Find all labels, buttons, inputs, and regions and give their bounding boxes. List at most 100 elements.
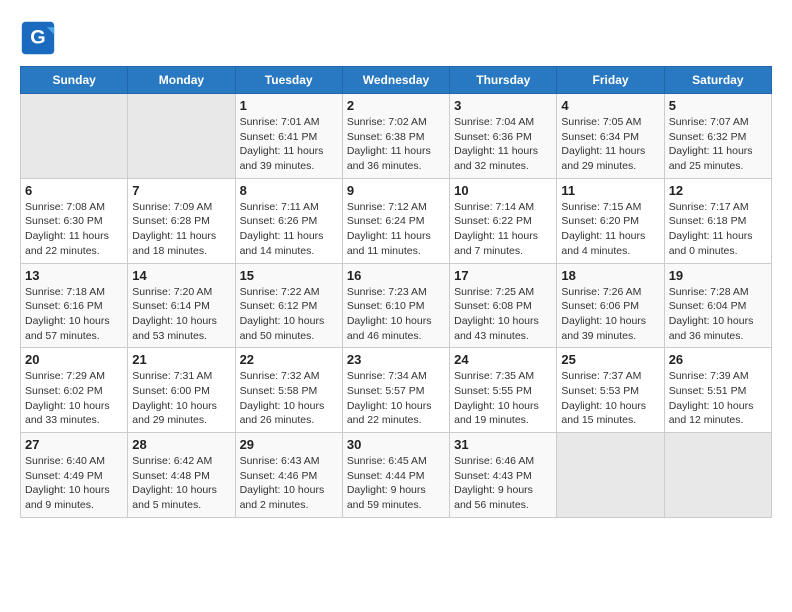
calendar-cell: 3 Sunrise: 7:04 AMSunset: 6:36 PMDaylight… <box>450 94 557 179</box>
day-info: Sunrise: 7:04 AMSunset: 6:36 PMDaylight:… <box>454 115 552 174</box>
calendar-body: 1 Sunrise: 7:01 AMSunset: 6:41 PMDaylight… <box>21 94 772 518</box>
day-number: 25 <box>561 352 659 367</box>
day-info: Sunrise: 7:22 AMSunset: 6:12 PMDaylight:… <box>240 285 338 344</box>
day-number: 28 <box>132 437 230 452</box>
day-info: Sunrise: 7:31 AMSunset: 6:00 PMDaylight:… <box>132 369 230 428</box>
day-number: 6 <box>25 183 123 198</box>
calendar-cell <box>21 94 128 179</box>
day-number: 30 <box>347 437 445 452</box>
calendar-week-4: 20 Sunrise: 7:29 AMSunset: 6:02 PMDayligh… <box>21 348 772 433</box>
day-number: 7 <box>132 183 230 198</box>
logo-icon: G <box>20 20 56 56</box>
day-number: 16 <box>347 268 445 283</box>
day-info: Sunrise: 6:45 AMSunset: 4:44 PMDaylight:… <box>347 454 445 513</box>
logo: G <box>20 20 60 56</box>
day-info: Sunrise: 7:34 AMSunset: 5:57 PMDaylight:… <box>347 369 445 428</box>
day-info: Sunrise: 6:43 AMSunset: 4:46 PMDaylight:… <box>240 454 338 513</box>
day-info: Sunrise: 7:02 AMSunset: 6:38 PMDaylight:… <box>347 115 445 174</box>
calendar-cell: 29 Sunrise: 6:43 AMSunset: 4:46 PMDayligh… <box>235 433 342 518</box>
day-number: 24 <box>454 352 552 367</box>
day-info: Sunrise: 7:35 AMSunset: 5:55 PMDaylight:… <box>454 369 552 428</box>
calendar-cell: 22 Sunrise: 7:32 AMSunset: 5:58 PMDayligh… <box>235 348 342 433</box>
calendar-cell: 4 Sunrise: 7:05 AMSunset: 6:34 PMDaylight… <box>557 94 664 179</box>
calendar-week-1: 1 Sunrise: 7:01 AMSunset: 6:41 PMDaylight… <box>21 94 772 179</box>
calendar-cell: 17 Sunrise: 7:25 AMSunset: 6:08 PMDayligh… <box>450 263 557 348</box>
svg-text:G: G <box>30 26 45 48</box>
calendar-week-5: 27 Sunrise: 6:40 AMSunset: 4:49 PMDayligh… <box>21 433 772 518</box>
day-number: 23 <box>347 352 445 367</box>
page-header: G <box>20 20 772 56</box>
calendar-cell: 18 Sunrise: 7:26 AMSunset: 6:06 PMDayligh… <box>557 263 664 348</box>
calendar-cell: 5 Sunrise: 7:07 AMSunset: 6:32 PMDaylight… <box>664 94 771 179</box>
day-number: 17 <box>454 268 552 283</box>
day-info: Sunrise: 7:17 AMSunset: 6:18 PMDaylight:… <box>669 200 767 259</box>
weekday-header-thursday: Thursday <box>450 67 557 94</box>
weekday-header-monday: Monday <box>128 67 235 94</box>
weekday-header-wednesday: Wednesday <box>342 67 449 94</box>
day-info: Sunrise: 7:11 AMSunset: 6:26 PMDaylight:… <box>240 200 338 259</box>
day-number: 10 <box>454 183 552 198</box>
day-info: Sunrise: 7:23 AMSunset: 6:10 PMDaylight:… <box>347 285 445 344</box>
day-info: Sunrise: 6:40 AMSunset: 4:49 PMDaylight:… <box>25 454 123 513</box>
calendar-week-3: 13Sunrise: 7:18 AMSunset: 6:16 PMDayligh… <box>21 263 772 348</box>
calendar-cell: 1 Sunrise: 7:01 AMSunset: 6:41 PMDaylight… <box>235 94 342 179</box>
day-info: Sunrise: 6:46 AMSunset: 4:43 PMDaylight:… <box>454 454 552 513</box>
day-number: 9 <box>347 183 445 198</box>
day-info: Sunrise: 7:20 AMSunset: 6:14 PMDaylight:… <box>132 285 230 344</box>
day-info: Sunrise: 7:08 AMSunset: 6:30 PMDaylight:… <box>25 200 123 259</box>
calendar-table: SundayMondayTuesdayWednesdayThursdayFrid… <box>20 66 772 518</box>
day-number: 8 <box>240 183 338 198</box>
calendar-cell: 12Sunrise: 7:17 AMSunset: 6:18 PMDayligh… <box>664 178 771 263</box>
calendar-cell <box>128 94 235 179</box>
day-info: Sunrise: 7:25 AMSunset: 6:08 PMDaylight:… <box>454 285 552 344</box>
calendar-cell: 30 Sunrise: 6:45 AMSunset: 4:44 PMDayligh… <box>342 433 449 518</box>
calendar-cell: 13Sunrise: 7:18 AMSunset: 6:16 PMDayligh… <box>21 263 128 348</box>
day-info: Sunrise: 7:39 AMSunset: 5:51 PMDaylight:… <box>669 369 767 428</box>
calendar-cell: 31Sunrise: 6:46 AMSunset: 4:43 PMDayligh… <box>450 433 557 518</box>
calendar-cell: 16 Sunrise: 7:23 AMSunset: 6:10 PMDayligh… <box>342 263 449 348</box>
day-info: Sunrise: 7:05 AMSunset: 6:34 PMDaylight:… <box>561 115 659 174</box>
calendar-cell: 9 Sunrise: 7:12 AMSunset: 6:24 PMDaylight… <box>342 178 449 263</box>
day-number: 26 <box>669 352 767 367</box>
day-number: 14 <box>132 268 230 283</box>
day-number: 4 <box>561 98 659 113</box>
calendar-cell: 10Sunrise: 7:14 AMSunset: 6:22 PMDayligh… <box>450 178 557 263</box>
day-info: Sunrise: 7:32 AMSunset: 5:58 PMDaylight:… <box>240 369 338 428</box>
day-number: 1 <box>240 98 338 113</box>
calendar-cell: 23 Sunrise: 7:34 AMSunset: 5:57 PMDayligh… <box>342 348 449 433</box>
calendar-cell <box>557 433 664 518</box>
day-number: 18 <box>561 268 659 283</box>
day-number: 13 <box>25 268 123 283</box>
calendar-cell: 27 Sunrise: 6:40 AMSunset: 4:49 PMDayligh… <box>21 433 128 518</box>
day-info: Sunrise: 7:37 AMSunset: 5:53 PMDaylight:… <box>561 369 659 428</box>
weekday-header-friday: Friday <box>557 67 664 94</box>
day-number: 29 <box>240 437 338 452</box>
weekday-header-sunday: Sunday <box>21 67 128 94</box>
calendar-cell <box>664 433 771 518</box>
calendar-cell: 20 Sunrise: 7:29 AMSunset: 6:02 PMDayligh… <box>21 348 128 433</box>
day-info: Sunrise: 7:09 AMSunset: 6:28 PMDaylight:… <box>132 200 230 259</box>
calendar-cell: 25 Sunrise: 7:37 AMSunset: 5:53 PMDayligh… <box>557 348 664 433</box>
day-info: Sunrise: 6:42 AMSunset: 4:48 PMDaylight:… <box>132 454 230 513</box>
weekday-header-saturday: Saturday <box>664 67 771 94</box>
day-info: Sunrise: 7:07 AMSunset: 6:32 PMDaylight:… <box>669 115 767 174</box>
day-info: Sunrise: 7:28 AMSunset: 6:04 PMDaylight:… <box>669 285 767 344</box>
calendar-cell: 11 Sunrise: 7:15 AMSunset: 6:20 PMDayligh… <box>557 178 664 263</box>
day-number: 20 <box>25 352 123 367</box>
calendar-cell: 2Sunrise: 7:02 AMSunset: 6:38 PMDaylight… <box>342 94 449 179</box>
calendar-cell: 8 Sunrise: 7:11 AMSunset: 6:26 PMDaylight… <box>235 178 342 263</box>
calendar-cell: 7 Sunrise: 7:09 AMSunset: 6:28 PMDaylight… <box>128 178 235 263</box>
day-number: 5 <box>669 98 767 113</box>
day-number: 15 <box>240 268 338 283</box>
day-info: Sunrise: 7:26 AMSunset: 6:06 PMDaylight:… <box>561 285 659 344</box>
day-number: 3 <box>454 98 552 113</box>
calendar-cell: 15 Sunrise: 7:22 AMSunset: 6:12 PMDayligh… <box>235 263 342 348</box>
day-number: 22 <box>240 352 338 367</box>
day-info: Sunrise: 7:15 AMSunset: 6:20 PMDaylight:… <box>561 200 659 259</box>
day-number: 11 <box>561 183 659 198</box>
day-info: Sunrise: 7:29 AMSunset: 6:02 PMDaylight:… <box>25 369 123 428</box>
day-info: Sunrise: 7:01 AMSunset: 6:41 PMDaylight:… <box>240 115 338 174</box>
day-number: 27 <box>25 437 123 452</box>
day-info: Sunrise: 7:12 AMSunset: 6:24 PMDaylight:… <box>347 200 445 259</box>
calendar-header: SundayMondayTuesdayWednesdayThursdayFrid… <box>21 67 772 94</box>
